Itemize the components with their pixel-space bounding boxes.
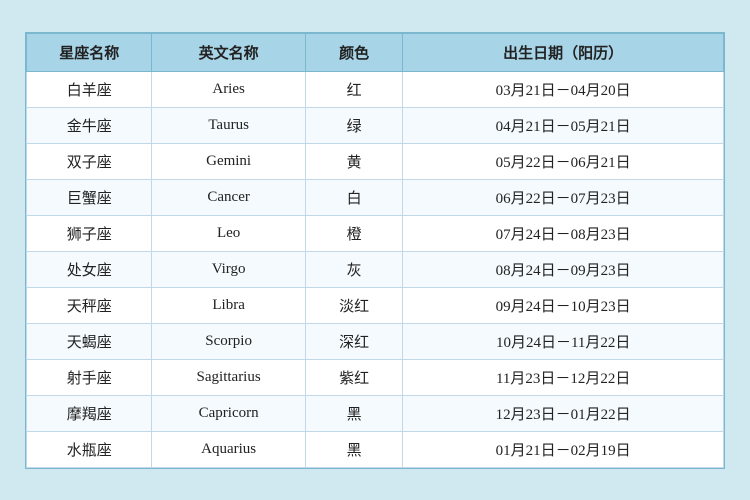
cell-zh: 处女座 (27, 251, 152, 287)
table-row: 狮子座Leo橙07月24日－08月23日 (27, 215, 724, 251)
cell-color: 紫红 (305, 359, 403, 395)
cell-date: 05月22日－06月21日 (403, 143, 724, 179)
cell-color: 深红 (305, 323, 403, 359)
cell-zh: 水瓶座 (27, 431, 152, 467)
table-row: 处女座Virgo灰08月24日－09月23日 (27, 251, 724, 287)
table-header-row: 星座名称 英文名称 颜色 出生日期（阳历） (27, 33, 724, 71)
table-row: 射手座Sagittarius紫红11月23日－12月22日 (27, 359, 724, 395)
cell-en: Aries (152, 71, 305, 107)
cell-en: Leo (152, 215, 305, 251)
cell-en: Capricorn (152, 395, 305, 431)
cell-date: 01月21日－02月19日 (403, 431, 724, 467)
zodiac-table-wrapper: 星座名称 英文名称 颜色 出生日期（阳历） 白羊座Aries红03月21日－04… (25, 32, 725, 469)
cell-date: 04月21日－05月21日 (403, 107, 724, 143)
cell-zh: 摩羯座 (27, 395, 152, 431)
header-en: 英文名称 (152, 33, 305, 71)
cell-zh: 双子座 (27, 143, 152, 179)
cell-date: 09月24日－10月23日 (403, 287, 724, 323)
table-row: 天蝎座Scorpio深红10月24日－11月22日 (27, 323, 724, 359)
cell-color: 黑 (305, 395, 403, 431)
cell-zh: 射手座 (27, 359, 152, 395)
cell-en: Libra (152, 287, 305, 323)
table-row: 双子座Gemini黄05月22日－06月21日 (27, 143, 724, 179)
table-row: 水瓶座Aquarius黑01月21日－02月19日 (27, 431, 724, 467)
cell-en: Virgo (152, 251, 305, 287)
cell-en: Sagittarius (152, 359, 305, 395)
table-row: 白羊座Aries红03月21日－04月20日 (27, 71, 724, 107)
cell-color: 绿 (305, 107, 403, 143)
cell-date: 07月24日－08月23日 (403, 215, 724, 251)
cell-date: 03月21日－04月20日 (403, 71, 724, 107)
cell-zh: 天蝎座 (27, 323, 152, 359)
cell-date: 11月23日－12月22日 (403, 359, 724, 395)
cell-color: 灰 (305, 251, 403, 287)
cell-en: Scorpio (152, 323, 305, 359)
cell-en: Cancer (152, 179, 305, 215)
cell-zh: 狮子座 (27, 215, 152, 251)
cell-date: 06月22日－07月23日 (403, 179, 724, 215)
cell-date: 12月23日－01月22日 (403, 395, 724, 431)
cell-color: 橙 (305, 215, 403, 251)
cell-date: 08月24日－09月23日 (403, 251, 724, 287)
cell-color: 淡红 (305, 287, 403, 323)
cell-zh: 巨蟹座 (27, 179, 152, 215)
cell-zh: 天秤座 (27, 287, 152, 323)
table-row: 摩羯座Capricorn黑12月23日－01月22日 (27, 395, 724, 431)
header-date: 出生日期（阳历） (403, 33, 724, 71)
cell-zh: 金牛座 (27, 107, 152, 143)
table-row: 巨蟹座Cancer白06月22日－07月23日 (27, 179, 724, 215)
table-row: 金牛座Taurus绿04月21日－05月21日 (27, 107, 724, 143)
cell-color: 红 (305, 71, 403, 107)
cell-en: Taurus (152, 107, 305, 143)
cell-color: 黄 (305, 143, 403, 179)
header-color: 颜色 (305, 33, 403, 71)
cell-color: 黑 (305, 431, 403, 467)
cell-en: Aquarius (152, 431, 305, 467)
zodiac-table: 星座名称 英文名称 颜色 出生日期（阳历） 白羊座Aries红03月21日－04… (26, 33, 724, 468)
cell-zh: 白羊座 (27, 71, 152, 107)
cell-color: 白 (305, 179, 403, 215)
cell-date: 10月24日－11月22日 (403, 323, 724, 359)
cell-en: Gemini (152, 143, 305, 179)
table-row: 天秤座Libra淡红09月24日－10月23日 (27, 287, 724, 323)
header-zh: 星座名称 (27, 33, 152, 71)
